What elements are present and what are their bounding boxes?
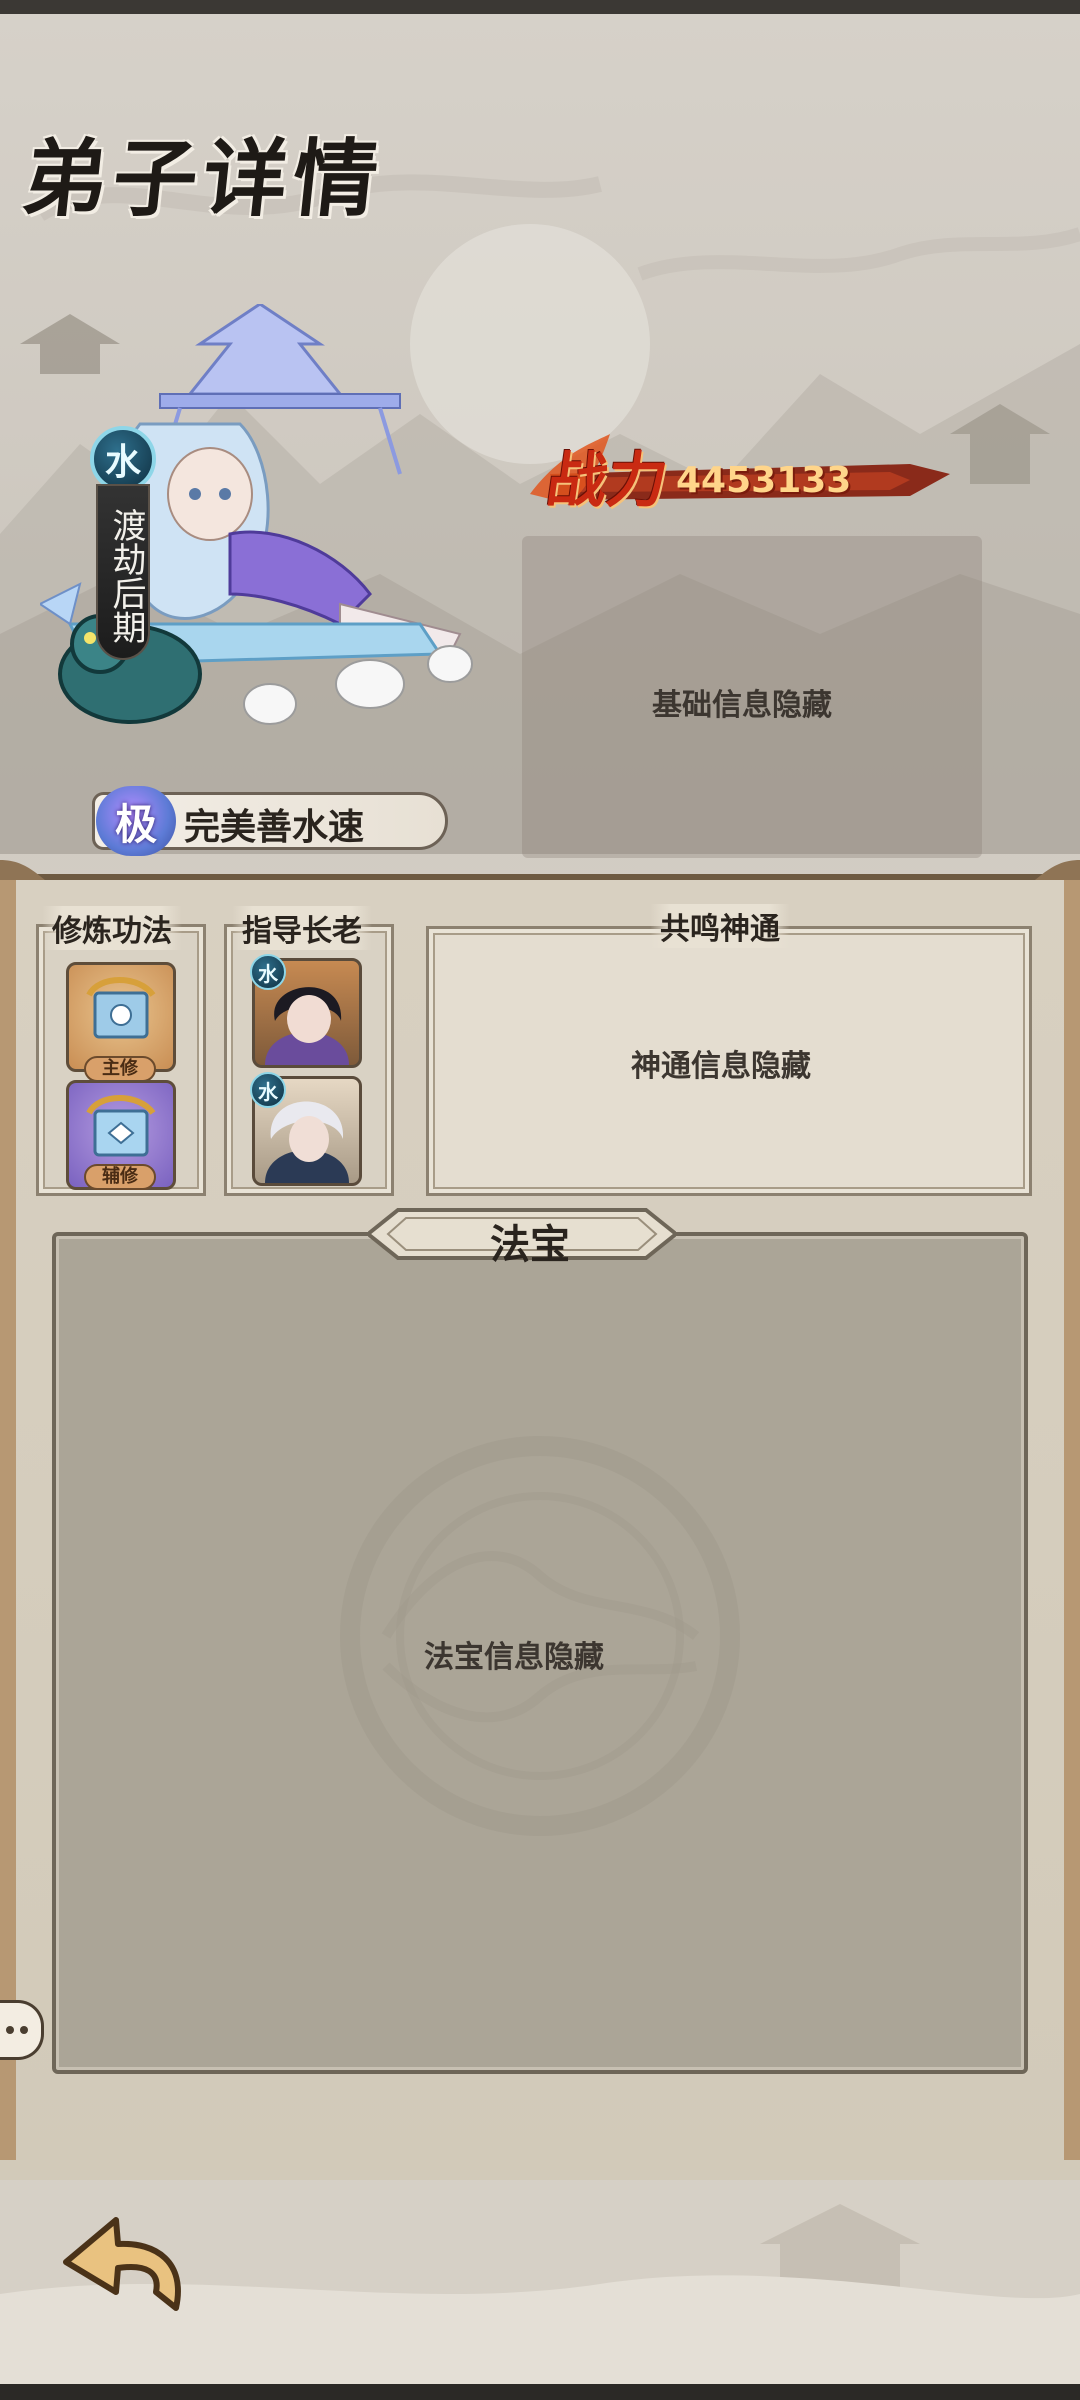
elders-label: 指导长老 [232, 906, 372, 950]
treasure-title: 法宝 [490, 1221, 570, 1268]
right-rail [1064, 880, 1080, 2160]
elder-1-element-badge: 水 [250, 954, 286, 990]
left-rail [0, 880, 16, 2160]
back-arrow-icon[interactable] [56, 2212, 196, 2322]
power-label: 战力 [542, 446, 673, 516]
chat-bubble-icon[interactable] [0, 2000, 44, 2060]
treasure-panel: 法宝信息隐藏 [52, 1232, 1028, 2074]
resonance-label: 共鸣神通 [650, 904, 790, 948]
cultivation-label: 修炼功法 [42, 906, 182, 950]
water-element-badge: 水 [90, 426, 156, 492]
basic-info-panel: 基础信息隐藏 [522, 536, 982, 858]
basic-info-hidden-text: 基础信息隐藏 [652, 688, 832, 723]
aux-skill-tag: 辅修 [84, 1164, 156, 1190]
realm-tag: 渡劫后期 [96, 484, 150, 660]
elder-2-element-badge: 水 [250, 1072, 286, 1108]
treasure-hidden-text: 法宝信息隐藏 [424, 1640, 604, 1675]
status-bar [0, 0, 1080, 14]
resonance-hidden-text: 神通信息隐藏 [631, 1049, 811, 1084]
rank-badge: 极 [96, 786, 176, 856]
power-value: 4453133 [676, 460, 852, 501]
rank-name: 完美善水速 [184, 806, 365, 848]
main-skill-book-icon [86, 977, 156, 1039]
page-title: 弟子详情 [18, 129, 389, 228]
main-skill-tag: 主修 [84, 1056, 156, 1082]
resonance-box: 神通信息隐藏 [426, 926, 1032, 1196]
navigation-bar [0, 2384, 1080, 2400]
